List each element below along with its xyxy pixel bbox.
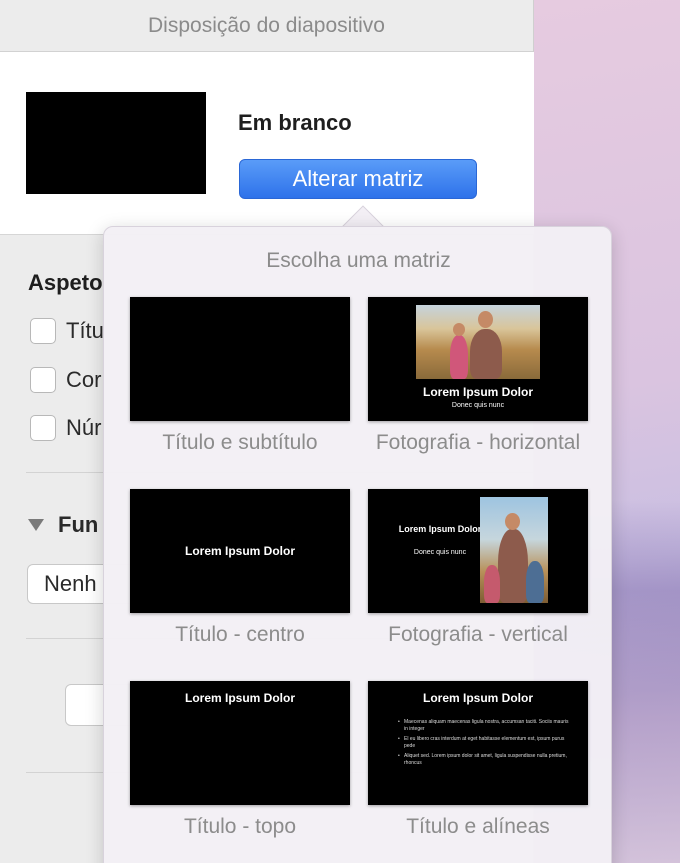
master-thumbnail-photo-horizontal[interactable]: Lorem Ipsum Dolor Donec quis nunc <box>368 297 588 421</box>
panel-header: Disposição do diapositivo <box>0 0 533 52</box>
master-thumbnail-title-subtitle[interactable] <box>130 297 350 421</box>
master-photo <box>480 497 548 603</box>
checkbox-row-title[interactable]: Títu <box>30 318 104 344</box>
checkbox-row-number[interactable]: Núr <box>30 415 101 441</box>
master-photo-figure <box>498 529 528 603</box>
master-thumbnail-title-center[interactable]: Lorem Ipsum Dolor <box>130 489 350 613</box>
master-title-text: Lorem Ipsum Dolor <box>184 691 295 705</box>
master-photo-figure <box>505 513 520 530</box>
master-label: Título e alíneas <box>406 815 550 838</box>
master-bullet: Maecenas aliquam maecenas ligula nostra,… <box>398 719 573 732</box>
master-bullet: Aliquet sed. Lorem ipsum dolor sit amet,… <box>398 753 573 766</box>
master-title-text: Lorem Ipsum Dolor <box>422 385 533 399</box>
master-title-text: Lorem Ipsum Dolor <box>184 544 295 558</box>
master-bullet: El eu libero cras interdum at eget habit… <box>398 736 573 749</box>
master-thumbnail-title-bullets[interactable]: Lorem Ipsum Dolor Maecenas aliquam maece… <box>368 681 588 805</box>
checkbox-label: Títu <box>66 318 104 343</box>
disclosure-label: Fun <box>58 512 99 537</box>
master-photo-figure <box>450 335 468 379</box>
change-master-button[interactable]: Alterar matriz <box>239 159 477 199</box>
master-subtitle-text: Donec quis nunc <box>451 402 505 409</box>
master-photo-figure <box>470 329 502 379</box>
master-label: Título - topo <box>183 815 297 838</box>
master-thumbnail-title-top[interactable]: Lorem Ipsum Dolor <box>130 681 350 805</box>
appearance-section-title: Aspeto <box>28 270 103 295</box>
master-photo-figure <box>478 311 493 328</box>
layout-thumbnail <box>26 92 206 194</box>
background-disclosure[interactable]: Fun <box>28 512 98 538</box>
number-checkbox[interactable] <box>30 415 56 441</box>
layout-preview-box: Em branco Alterar matriz <box>0 52 534 235</box>
master-label: Título e subtítulo <box>162 431 318 454</box>
body-checkbox[interactable] <box>30 367 56 393</box>
popover-arrow <box>340 204 384 228</box>
checkbox-row-body[interactable]: Cor <box>30 367 101 393</box>
disclosure-triangle-icon[interactable] <box>28 519 44 531</box>
master-subtitle-text: Donec quis nunc <box>413 549 467 556</box>
layout-name: Em branco <box>238 110 352 135</box>
master-label: Fotografia - horizontal <box>375 431 581 454</box>
master-bullet-list: Maecenas aliquam maecenas ligula nostra,… <box>398 719 573 770</box>
choose-master-popover: Escolha uma matriz Título e subtítulo Lo… <box>103 226 612 863</box>
master-title-text: Lorem Ipsum Dolor <box>422 691 533 705</box>
master-photo <box>416 305 540 379</box>
master-thumbnail-photo-vertical[interactable]: Lorem Ipsum Dolor Donec quis nunc <box>368 489 588 613</box>
master-label: Título - centro <box>175 623 305 646</box>
master-photo-figure <box>526 561 544 603</box>
checkbox-label: Cor <box>66 367 102 392</box>
checkbox-label: Núr <box>66 415 102 440</box>
popover-title: Escolha uma matriz <box>266 249 451 272</box>
master-title-text: Lorem Ipsum Dolor <box>398 524 482 534</box>
master-label: Fotografia - vertical <box>388 623 568 646</box>
master-photo-figure <box>484 565 500 603</box>
master-photo-figure <box>453 323 465 336</box>
title-checkbox[interactable] <box>30 318 56 344</box>
